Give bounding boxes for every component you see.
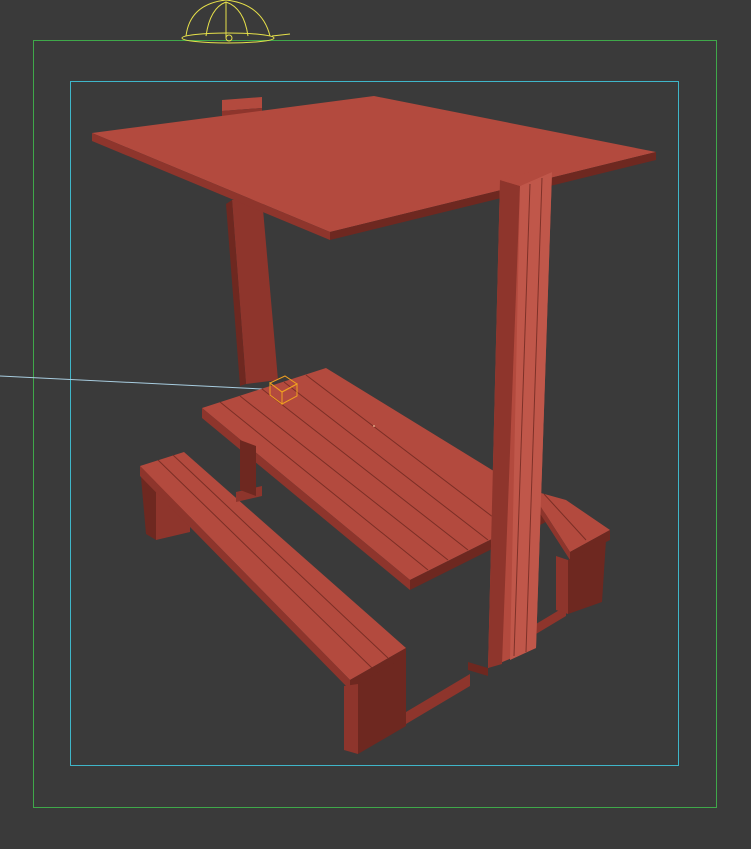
3d-viewport[interactable] xyxy=(0,0,751,849)
right-bench[interactable] xyxy=(530,490,610,614)
omni-light-icon[interactable] xyxy=(181,0,291,44)
front-right-post[interactable] xyxy=(468,172,552,676)
back-left-post[interactable] xyxy=(226,198,278,386)
scene-canvas[interactable] xyxy=(0,0,751,849)
canopy-roof[interactable] xyxy=(92,96,656,240)
scene-dot xyxy=(373,425,375,427)
